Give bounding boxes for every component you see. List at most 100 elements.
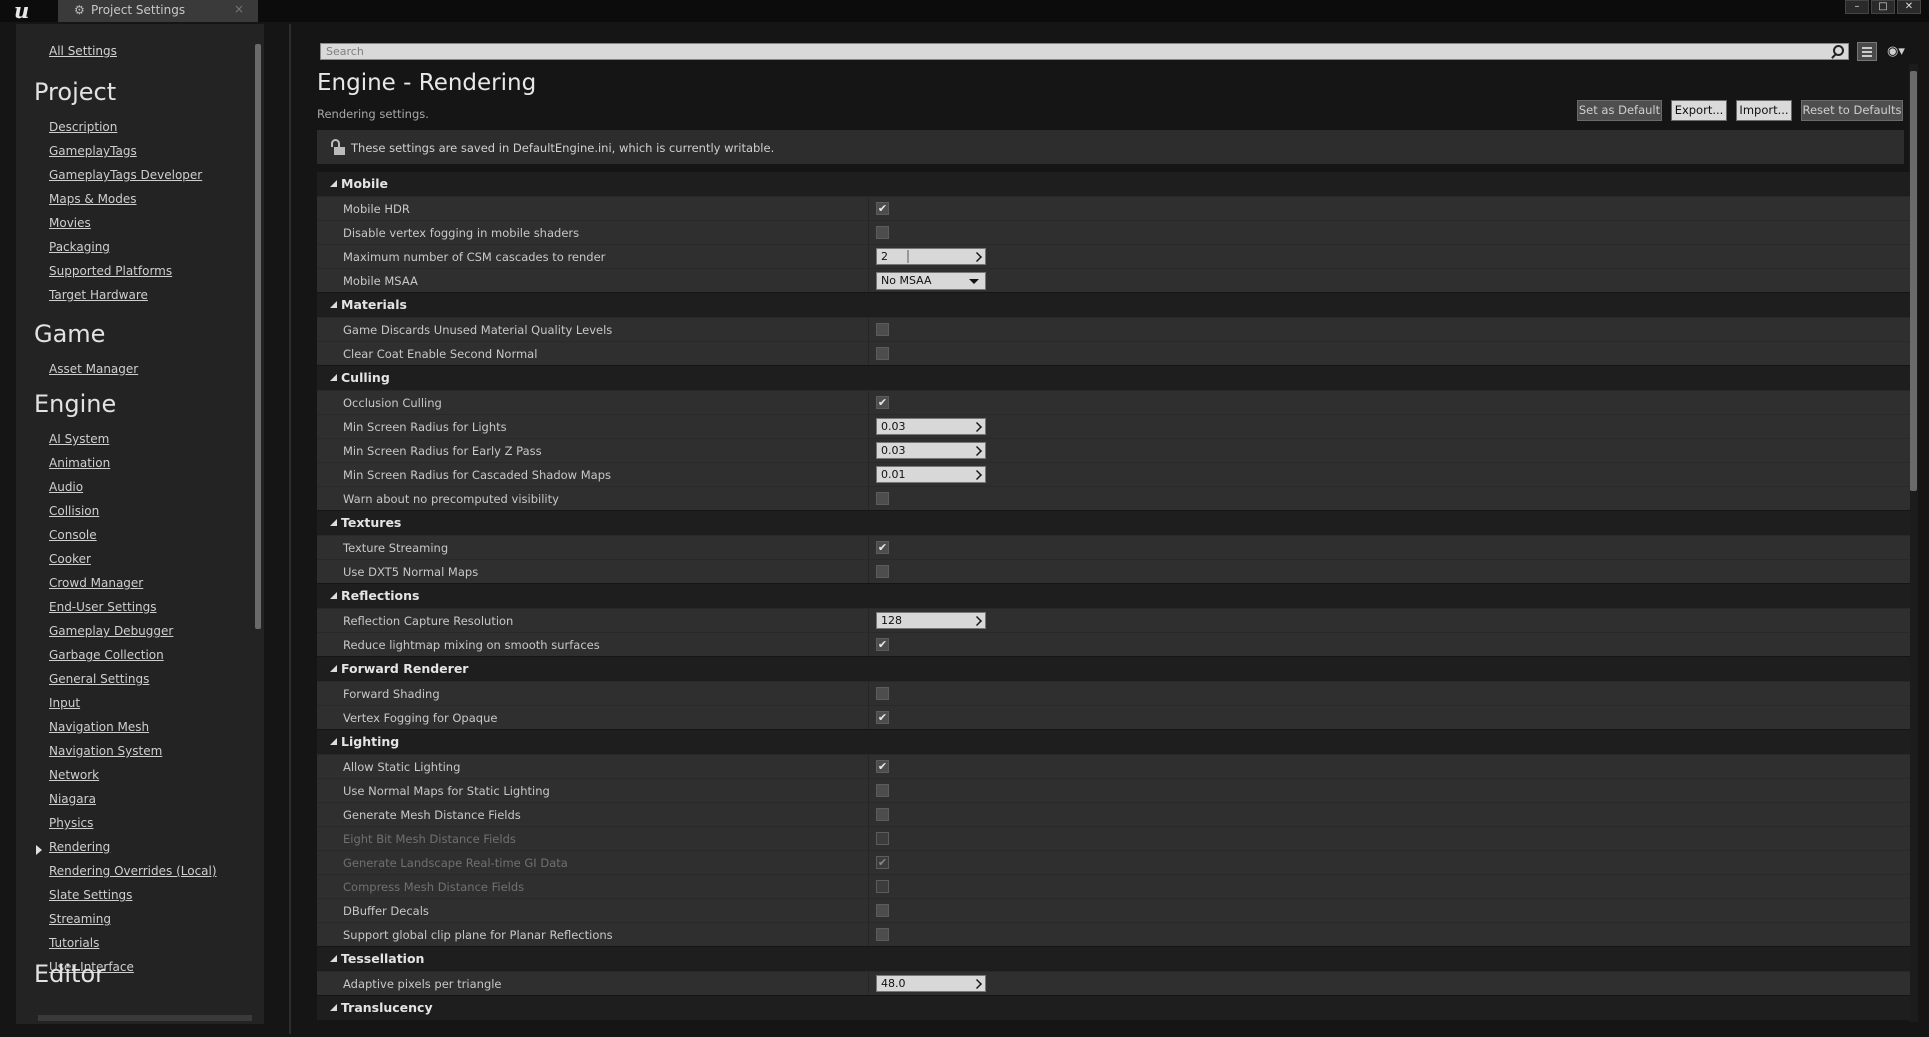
sidebar-item-description[interactable]: Description (49, 120, 117, 134)
column-divider[interactable] (868, 682, 869, 706)
category-reflections[interactable]: Reflections (317, 583, 1910, 608)
sidebar-item-ai-system[interactable]: AI System (49, 432, 109, 446)
spin-grip-icon[interactable] (972, 422, 982, 432)
sidebar-item-niagara[interactable]: Niagara (49, 792, 96, 806)
column-divider[interactable] (868, 318, 869, 342)
number-input-reflection-capture-resolution[interactable]: 128 (876, 612, 986, 629)
sidebar-item-gameplaytags-developer[interactable]: GameplayTags Developer (49, 168, 202, 182)
sidebar-item-input[interactable]: Input (49, 696, 80, 710)
slider-handle[interactable] (907, 250, 909, 263)
sidebar-item-animation[interactable]: Animation (49, 456, 110, 470)
collapse-arrow-icon[interactable] (330, 955, 337, 962)
category-mobile[interactable]: Mobile (317, 171, 1910, 196)
sidebar-item-audio[interactable]: Audio (49, 480, 83, 494)
column-divider[interactable] (868, 706, 869, 730)
spin-grip-icon[interactable] (972, 252, 982, 262)
column-divider[interactable] (868, 391, 869, 415)
import-button[interactable]: Import... (1736, 100, 1792, 121)
table-view-toggle-button[interactable] (1857, 42, 1877, 61)
sidebar-item-gameplay-debugger[interactable]: Gameplay Debugger (49, 624, 173, 638)
sidebar-scrollbar[interactable] (255, 44, 261, 629)
column-divider[interactable] (868, 197, 869, 221)
sidebar-item-rendering-overrides-local[interactable]: Rendering Overrides (Local) (49, 864, 217, 878)
column-divider[interactable] (868, 803, 869, 827)
checkbox-allow-static-lighting[interactable]: ✔ (876, 760, 889, 773)
collapse-arrow-icon[interactable] (330, 592, 337, 599)
sidebar-item-cooker[interactable]: Cooker (49, 552, 91, 566)
number-input-min-screen-radius-for-lights[interactable]: 0.03 (876, 418, 986, 435)
spin-grip-icon[interactable] (972, 446, 982, 456)
checkbox-use-dxt5-normal-maps[interactable] (876, 565, 889, 578)
checkbox-dbuffer-decals[interactable] (876, 904, 889, 917)
column-divider[interactable] (868, 633, 869, 657)
column-divider[interactable] (868, 536, 869, 560)
panel-divider[interactable] (289, 24, 291, 1034)
sidebar-item-gameplaytags[interactable]: GameplayTags (49, 144, 137, 158)
sidebar-item-physics[interactable]: Physics (49, 816, 93, 830)
spin-grip-icon[interactable] (972, 470, 982, 480)
tab-project-settings[interactable]: ⚙ Project Settings × (58, 0, 258, 22)
sidebar-item-maps-modes[interactable]: Maps & Modes (49, 192, 137, 206)
spin-grip-icon[interactable] (972, 979, 982, 989)
checkbox-clear-coat-enable-second-normal[interactable] (876, 347, 889, 360)
checkbox-warn-about-no-precomputed-visibility[interactable] (876, 492, 889, 505)
sidebar-item-crowd-manager[interactable]: Crowd Manager (49, 576, 143, 590)
sidebar-item-general-settings[interactable]: General Settings (49, 672, 149, 686)
category-lighting[interactable]: Lighting (317, 729, 1910, 754)
column-divider[interactable] (868, 269, 869, 293)
collapse-arrow-icon[interactable] (330, 519, 337, 526)
main-scrollbar[interactable] (1910, 71, 1917, 491)
column-divider[interactable] (868, 439, 869, 463)
export-button[interactable]: Export... (1671, 100, 1727, 121)
collapse-arrow-icon[interactable] (330, 301, 337, 308)
maximize-button[interactable]: □ (1871, 0, 1895, 14)
category-materials[interactable]: Materials (317, 292, 1910, 317)
column-divider[interactable] (868, 487, 869, 511)
column-divider[interactable] (868, 923, 869, 947)
sidebar-item-streaming[interactable]: Streaming (49, 912, 111, 926)
minimize-button[interactable]: – (1845, 0, 1869, 14)
checkbox-use-normal-maps-for-static-lighting[interactable] (876, 784, 889, 797)
sidebar-item-network[interactable]: Network (49, 768, 99, 782)
column-divider[interactable] (868, 875, 869, 899)
checkbox-mobile-hdr[interactable]: ✔ (876, 202, 889, 215)
sidebar-item-movies[interactable]: Movies (49, 216, 91, 230)
checkbox-support-global-clip-plane-for-planar-reflections[interactable] (876, 928, 889, 941)
sidebar-item-slate-settings[interactable]: Slate Settings (49, 888, 132, 902)
sidebar-item-asset-manager[interactable]: Asset Manager (49, 362, 138, 376)
checkbox-game-discards-unused-material-quality-levels[interactable] (876, 323, 889, 336)
collapse-arrow-icon[interactable] (330, 374, 337, 381)
checkbox-texture-streaming[interactable]: ✔ (876, 541, 889, 554)
column-divider[interactable] (868, 899, 869, 923)
column-divider[interactable] (868, 755, 869, 779)
column-divider[interactable] (868, 342, 869, 366)
collapse-arrow-icon[interactable] (330, 180, 337, 187)
reset-to-defaults-button[interactable]: Reset to Defaults (1801, 100, 1903, 121)
column-divider[interactable] (868, 560, 869, 584)
number-input-min-screen-radius-for-cascaded-shadow-maps[interactable]: 0.01 (876, 466, 986, 483)
tab-close-icon[interactable]: × (234, 2, 244, 16)
category-translucency[interactable]: Translucency (317, 995, 1910, 1020)
column-divider[interactable] (868, 415, 869, 439)
column-divider[interactable] (868, 609, 869, 633)
sidebar-item-collision[interactable]: Collision (49, 504, 99, 518)
sidebar-item-supported-platforms[interactable]: Supported Platforms (49, 264, 172, 278)
number-input-min-screen-radius-for-early-z-pass[interactable]: 0.03 (876, 442, 986, 459)
sidebar-item-navigation-mesh[interactable]: Navigation Mesh (49, 720, 149, 734)
column-divider[interactable] (868, 827, 869, 851)
collapse-arrow-icon[interactable] (330, 1004, 337, 1011)
checkbox-occlusion-culling[interactable]: ✔ (876, 396, 889, 409)
category-textures[interactable]: Textures (317, 510, 1910, 535)
set-as-default-button[interactable]: Set as Default (1577, 100, 1662, 121)
category-tessellation[interactable]: Tessellation (317, 946, 1910, 971)
sidebar-item-target-hardware[interactable]: Target Hardware (49, 288, 148, 302)
category-forward-renderer[interactable]: Forward Renderer (317, 656, 1910, 681)
sidebar-item-garbage-collection[interactable]: Garbage Collection (49, 648, 164, 662)
number-input-adaptive-pixels-per-triangle[interactable]: 48.0 (876, 975, 986, 992)
column-divider[interactable] (868, 779, 869, 803)
checkbox-forward-shading[interactable] (876, 687, 889, 700)
search-icon[interactable] (1833, 45, 1844, 56)
collapse-arrow-icon[interactable] (330, 738, 337, 745)
column-divider[interactable] (868, 221, 869, 245)
column-divider[interactable] (868, 972, 869, 996)
